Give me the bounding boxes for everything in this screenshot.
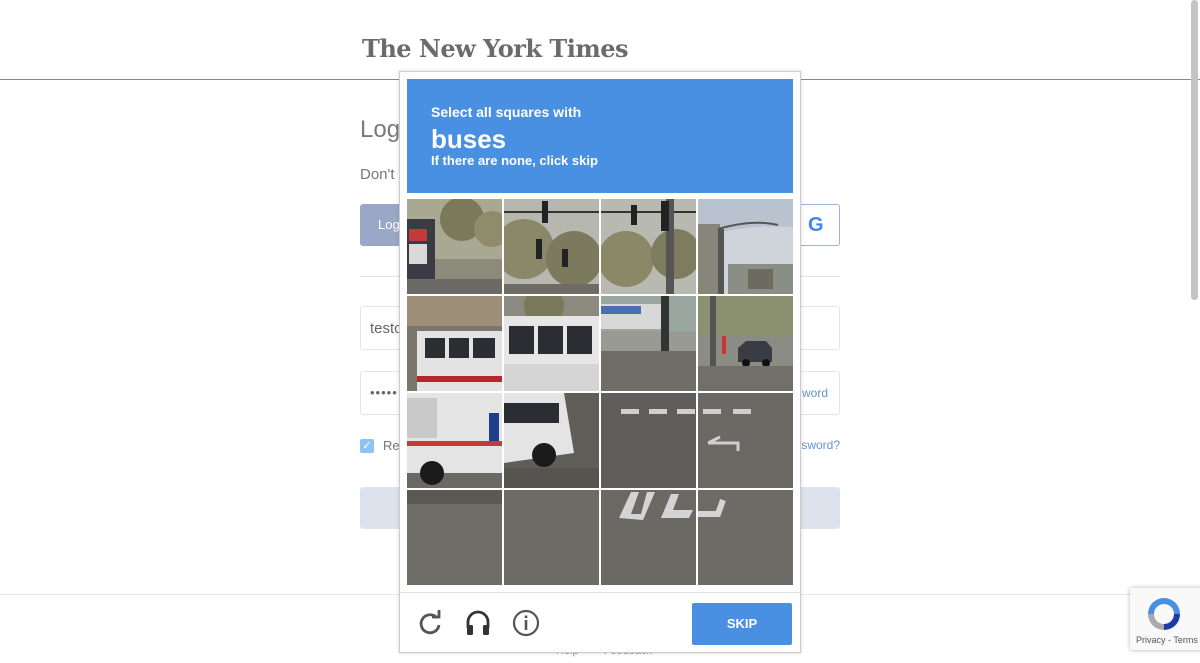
captcha-tile-2[interactable] xyxy=(504,199,599,294)
recaptcha-terms[interactable]: Privacy - Terms xyxy=(1136,635,1198,645)
page-scrollbar[interactable] xyxy=(1191,0,1198,300)
remember-label: Re xyxy=(383,438,400,453)
show-password-link[interactable]: word xyxy=(802,386,828,400)
captcha-tile-7[interactable] xyxy=(601,296,696,391)
nyt-logo[interactable]: The New York Times xyxy=(362,34,629,63)
captcha-tile-12[interactable] xyxy=(698,393,793,488)
remember-checkbox[interactable]: ✓ xyxy=(360,439,374,453)
captcha-tile-14[interactable] xyxy=(504,490,599,585)
captcha-tile-10[interactable] xyxy=(504,393,599,488)
email-value: testc xyxy=(370,320,402,337)
captcha-tile-6[interactable] xyxy=(504,296,599,391)
captcha-tile-8[interactable] xyxy=(698,296,793,391)
reload-icon[interactable] xyxy=(415,608,445,638)
captcha-tile-3[interactable] xyxy=(601,199,696,294)
headphones-icon[interactable] xyxy=(463,608,493,638)
captcha-image-grid xyxy=(407,199,793,585)
skip-hint: If there are none, click skip xyxy=(431,153,598,168)
captcha-tile-15[interactable] xyxy=(601,490,696,585)
captcha-tile-4[interactable] xyxy=(698,199,793,294)
recaptcha-badge[interactable]: Privacy - Terms xyxy=(1130,588,1200,650)
captcha-tile-1[interactable] xyxy=(407,199,502,294)
recaptcha-logo-icon xyxy=(1148,598,1180,630)
captcha-tile-5[interactable] xyxy=(407,296,502,391)
signup-prompt: Don't xyxy=(360,166,395,183)
google-icon: G xyxy=(808,214,824,236)
password-value: ••••• xyxy=(370,385,398,400)
captcha-tile-9[interactable] xyxy=(407,393,502,488)
page-title: Log xyxy=(360,116,401,143)
captcha-tile-11[interactable] xyxy=(601,393,696,488)
forgot-password-link[interactable]: sword? xyxy=(801,438,840,452)
target-keyword: buses xyxy=(431,124,507,154)
skip-button[interactable]: SKIP xyxy=(692,603,792,645)
info-icon[interactable] xyxy=(511,608,541,638)
captcha-instructions: Select all squares with buses If there a… xyxy=(407,79,793,193)
captcha-tile-16[interactable] xyxy=(698,490,793,585)
site-header: The New York Times xyxy=(0,0,1200,80)
captcha-tile-13[interactable] xyxy=(407,490,502,585)
captcha-challenge-dialog: Select all squares with buses If there a… xyxy=(399,71,801,653)
instruction-line: Select all squares with xyxy=(431,104,582,120)
captcha-toolbar: SKIP xyxy=(400,592,800,653)
